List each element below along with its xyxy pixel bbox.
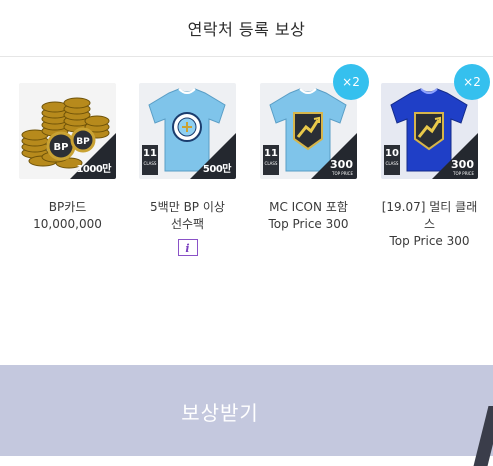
ovr-badge: 11 CLASS [142,145,158,175]
ovr-badge: 11 CLASS [263,145,279,175]
page-title: 연락처 등록 보상 [187,20,306,39]
claim-reward-button[interactable]: 보상받기 [0,370,440,456]
quantity-badge: ×2 [333,64,369,100]
reward-item-player-pack[interactable]: 11 CLASS 500만 5백만 BP 이상 선수팩 i [139,83,236,256]
reward-name: BP카드 [48,200,87,214]
quantity-badge: ×2 [454,64,490,100]
top-price-value: 300 [451,158,474,171]
top-price-label: TOP PRICE [332,171,353,176]
info-icon-button[interactable]: i [177,239,198,256]
reward-name: [19.07] 멀티 클래스 [381,200,478,231]
ovr-value: 11 [264,148,278,159]
header: 연락처 등록 보상 [0,0,493,57]
top-price-badge: 300 TOP PRICE [451,158,474,177]
reward-item-mc-icon-pack[interactable]: ×2 11 CLASS 300 TOP PRICE MC ICON 포함 Top… [260,64,369,233]
reward-item-multi-class-pack[interactable]: ×2 10 CLASS 300 TOP PRICE [19.07] 멀티 클래스… [381,64,490,250]
reward-name: 5백만 BP 이상 [150,200,225,214]
reward-subtitle: Top Price 300 [389,234,470,248]
ovr-value: 10 [385,148,399,159]
ovr-value: 11 [143,148,157,159]
ovr-class: CLASS [264,161,278,166]
bp-coins-icon: BP BP 1000만 [19,83,116,179]
svg-text:BP: BP [54,142,69,153]
reward-subtitle: 10,000,000 [33,217,102,231]
reward-name: MC ICON 포함 [269,200,348,214]
ovr-badge: 10 CLASS [384,145,400,175]
reward-amount-label: 1000만 [76,164,111,175]
reward-subtitle: 선수팩 [170,217,205,231]
top-price-value: 300 [330,158,353,171]
top-price-label: TOP PRICE [453,171,474,176]
manchester-city-shirt-icon: 11 CLASS 500만 [139,83,236,179]
top-price-badge: 300 TOP PRICE [330,158,353,177]
reward-item-bp-card[interactable]: BP BP 1000만 BP카드 10,000,000 [19,83,116,233]
reward-subtitle: Top Price 300 [268,217,349,231]
ovr-class: CLASS [385,161,399,166]
ovr-class: CLASS [143,161,157,166]
reward-amount-label: 500만 [202,164,232,175]
